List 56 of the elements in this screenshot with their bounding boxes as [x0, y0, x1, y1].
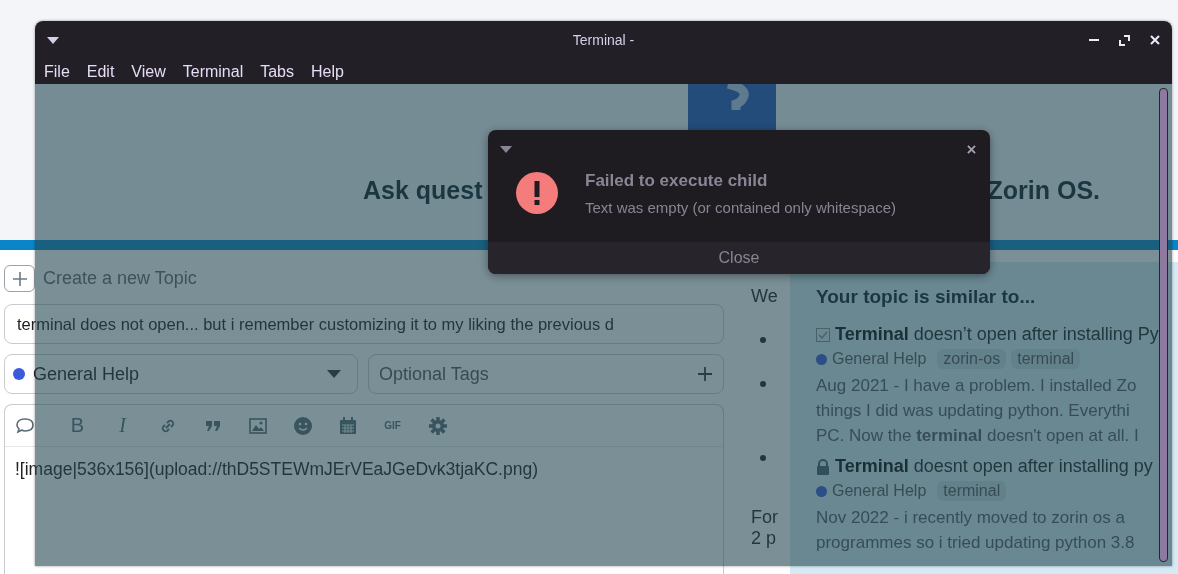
heading-text: Zorin OS. [987, 176, 1100, 205]
bullet-dot [760, 381, 766, 387]
smiley-icon[interactable] [292, 415, 313, 436]
category-dot [816, 353, 827, 365]
menu-item[interactable]: View [131, 62, 166, 81]
tag[interactable]: terminal [937, 481, 1007, 501]
lock-icon [816, 458, 830, 475]
close-button[interactable]: Close [488, 242, 990, 274]
dialog-message: Text was empty (or contained only whitespace) [585, 199, 896, 216]
panel-title: Your topic is similar to... [816, 286, 1037, 308]
menu-item[interactable]: Terminal [182, 62, 244, 81]
bold-button[interactable]: B [55, 410, 100, 441]
plus-icon [697, 366, 713, 382]
dialog-title: Failed to execute child [585, 171, 769, 191]
settings-icon[interactable] [427, 415, 448, 436]
tags-field[interactable]: Optional Tags [368, 354, 724, 394]
checkbox-icon [816, 327, 830, 342]
caret-icon [327, 370, 341, 378]
add-button[interactable] [4, 265, 35, 292]
category-name[interactable]: General Help [832, 482, 927, 500]
menu-item[interactable]: File [44, 62, 70, 81]
bullet-dot [760, 455, 766, 461]
tags-placeholder: Optional Tags [379, 363, 489, 385]
menu-item[interactable]: Tabs [260, 62, 294, 81]
speech-bubble-icon[interactable] [15, 415, 35, 436]
heading-text: Ask quest [363, 176, 483, 205]
window-title: Terminal - [572, 32, 635, 48]
close-icon[interactable] [967, 144, 976, 154]
menu-item[interactable]: Help [311, 62, 344, 81]
plus-icon [11, 270, 28, 287]
tag[interactable]: terminal [1011, 349, 1081, 369]
composer-title: Create a new Topic [43, 268, 197, 289]
excerpt-line: PC. Now the terminal doesn't open at all. I [816, 425, 1140, 447]
topic-title[interactable]: Terminal doesn’t open after installing Py [835, 324, 1159, 345]
guidance-text: We [751, 286, 778, 307]
scrollbar[interactable] [1159, 88, 1168, 562]
category-dot [816, 485, 827, 497]
menu-item[interactable]: Edit [86, 62, 115, 81]
caret-icon[interactable] [500, 145, 512, 153]
error-icon [516, 172, 558, 214]
image-icon[interactable] [247, 415, 268, 436]
italic-button[interactable]: I [100, 410, 145, 441]
tag[interactable]: zorin-os [937, 349, 1007, 369]
category-name[interactable]: General Help [832, 350, 927, 368]
gif-button[interactable]: GIF [370, 410, 415, 441]
bullet-dot [760, 337, 766, 343]
excerpt-line: programmes so i tried updating python 3.8 [816, 532, 1136, 554]
excerpt-line: Aug 2021 - I have a problem. I installed Zo [816, 375, 1138, 397]
guidance-text: 2 p [751, 528, 777, 549]
logo-icon [688, 84, 776, 130]
caret-icon[interactable] [47, 36, 59, 44]
excerpt-line: things I did was updating python. Everythi [816, 400, 1131, 422]
maximize-icon[interactable] [1119, 34, 1130, 46]
topic-title[interactable]: Terminal doesnt open after installing py [835, 456, 1153, 477]
guidance-text: For [751, 507, 778, 528]
calendar-icon[interactable] [337, 415, 358, 436]
